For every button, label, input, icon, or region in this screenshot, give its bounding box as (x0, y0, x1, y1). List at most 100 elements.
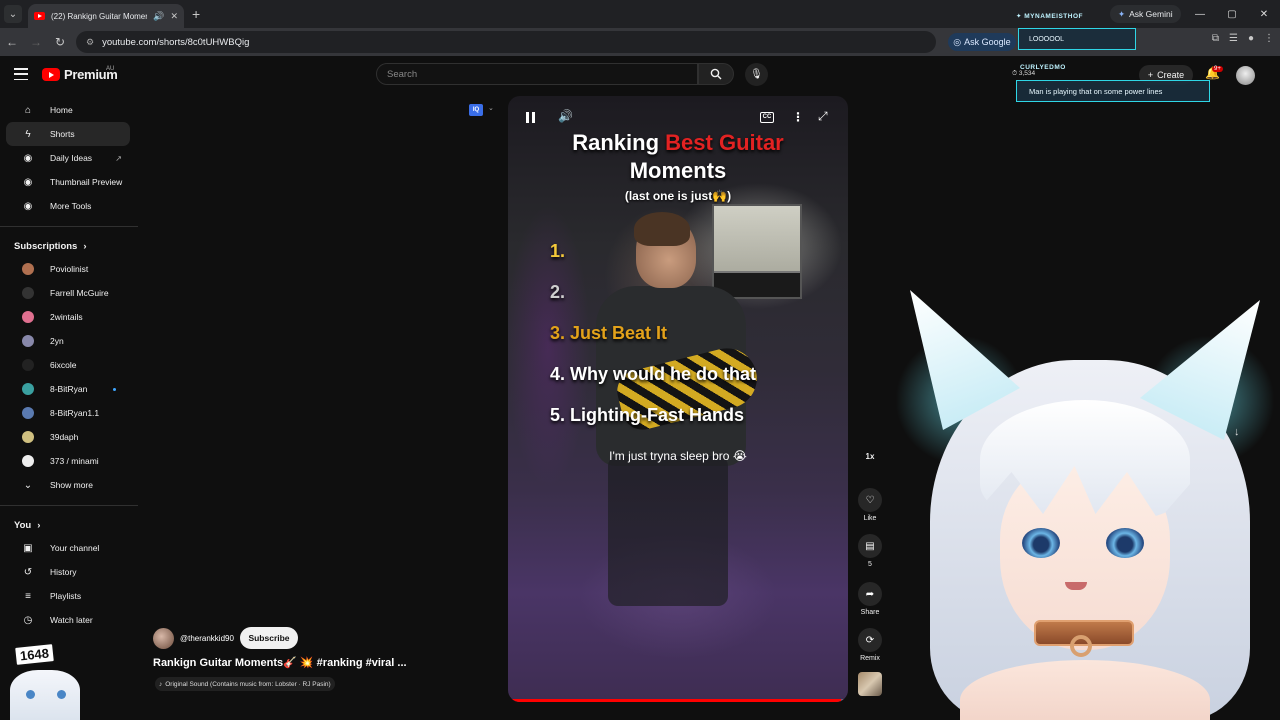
sidebar-item-playlists[interactable]: ≡ Playlists (6, 584, 130, 608)
voice-search-button[interactable]: 🎙 (745, 63, 768, 86)
new-tab-button[interactable]: + (192, 6, 200, 22)
sidebar-item-home[interactable]: ⌂ Home (6, 98, 130, 122)
ask-gemini-button[interactable]: ✦ Ask Gemini (1110, 5, 1181, 23)
comment-icon: ▤ (858, 534, 882, 558)
create-label: Create (1157, 70, 1185, 80)
media-icon[interactable]: ☰ (1229, 33, 1238, 44)
arrow-down-icon[interactable]: ↓ (1234, 426, 1240, 438)
url-bar[interactable]: ⚙ youtube.com/shorts/8c0tUHWBQig (76, 31, 936, 53)
site-info-icon[interactable]: ⚙ (86, 37, 94, 48)
browser-tab[interactable]: (22) Rankign Guitar Moments 🔊 ✕ (28, 4, 184, 28)
sidebar: ⌂ Home ϟ Shorts ◉ Daily Ideas ↗ ◉ Thumbn… (0, 98, 138, 632)
channel-handle[interactable]: @therankkid90 (180, 634, 234, 643)
sidebar-item-label: Home (50, 105, 73, 115)
search-input[interactable]: Search (376, 63, 698, 85)
show-more-button[interactable]: ⌄ Show more (6, 473, 130, 497)
lens-icon: ◎ (953, 36, 962, 47)
microphone-icon: 🎙 (750, 69, 763, 80)
sound-label: Original Sound (Contains music from: Lob… (165, 680, 331, 688)
playlists-icon: ≡ (25, 590, 31, 602)
subscription-item[interactable]: 6ixcole (6, 353, 130, 377)
more-options-icon[interactable]: ⋮ (792, 110, 804, 124)
remix-button[interactable]: ⟳ Remix (857, 628, 883, 662)
video-title[interactable]: Rankign Guitar Moments🎸 💥 #ranking #vira… (153, 656, 407, 669)
subscription-item[interactable]: 2wintails (6, 305, 130, 329)
mini-avatar-counter: 1648 (13, 641, 56, 668)
sidebar-item-watch-later[interactable]: ◷ Watch later (6, 608, 130, 632)
avatar-left-eye (1022, 528, 1060, 558)
reload-icon[interactable]: ↻ (48, 35, 72, 49)
subscription-item[interactable]: Farrell McGuire (6, 281, 130, 305)
sound-thumbnail[interactable] (858, 672, 882, 696)
subscription-item[interactable]: 8-BitRyan1.1 (6, 401, 130, 425)
hamburger-menu-icon[interactable] (14, 68, 28, 80)
tab-search-dropdown-icon[interactable]: ⌄ (4, 5, 22, 23)
sidebar-item-your-channel[interactable]: ▣ Your channel (6, 536, 130, 560)
pause-icon[interactable] (526, 112, 540, 126)
sidebar-divider (0, 505, 138, 506)
playback-speed-button[interactable]: 1x (857, 452, 883, 461)
browser-menu-icon[interactable]: ⋮ (1264, 33, 1274, 44)
shorts-video-player[interactable]: 🔊 CC ⋮ ⤢ Ranking Best Guitar Moments (la… (508, 96, 848, 702)
search-button[interactable] (698, 63, 734, 85)
subscriptions-heading-label: Subscriptions (14, 240, 78, 252)
like-label: Like (863, 515, 877, 522)
overlay-title-white: Ranking (572, 130, 660, 155)
volume-icon[interactable]: 🔊 (558, 109, 573, 123)
like-button[interactable]: ♡ Like (857, 488, 883, 522)
rank-item-3: 3. Just Beat It (550, 323, 668, 343)
vtuber-avatar (890, 290, 1280, 720)
ask-google-button[interactable]: ◎ Ask Google (948, 33, 1016, 51)
subscription-avatar (22, 287, 34, 299)
subscription-item[interactable]: 39daph (6, 425, 130, 449)
subscription-item[interactable]: Poviolinist (6, 257, 130, 281)
youtube-play-logo-icon (42, 68, 60, 81)
ai-extension-badge[interactable]: IQ (469, 104, 483, 116)
sidebar-item-label: Watch later (50, 615, 93, 625)
toolbar-right-icons: ⧉ ☰ ● ⋮ (1212, 33, 1274, 44)
mini-avatar-eyes (26, 690, 66, 700)
channel-avatar[interactable] (153, 628, 174, 649)
subscription-label: 2wintails (50, 312, 83, 322)
sound-link[interactable]: ♪ Original Sound (Contains music from: L… (155, 677, 335, 691)
sidebar-item-shorts[interactable]: ϟ Shorts (6, 122, 130, 146)
profile-icon[interactable]: ● (1248, 33, 1254, 44)
account-avatar[interactable] (1236, 66, 1255, 85)
subscription-label: Farrell McGuire (50, 288, 109, 298)
subscription-item[interactable]: 8-BitRyan (6, 377, 130, 401)
tab-audio-icon[interactable]: 🔊 (153, 11, 164, 22)
you-heading[interactable]: You › (0, 514, 138, 536)
subscription-item[interactable]: 373 / minami (6, 449, 130, 473)
fullscreen-icon[interactable]: ⤢ (818, 109, 828, 124)
home-icon: ⌂ (24, 104, 32, 116)
comments-button[interactable]: ▤ 5 (857, 534, 883, 568)
maximize-icon[interactable]: ▢ (1216, 9, 1248, 20)
search-icon (710, 68, 722, 80)
show-more-label: Show more (50, 480, 93, 490)
extensions-icon[interactable]: ⧉ (1212, 33, 1219, 44)
chevron-down-icon[interactable]: ⌄ (488, 104, 494, 112)
remix-icon: ⟳ (858, 628, 882, 652)
forward-icon[interactable]: → (24, 35, 48, 49)
subscription-item[interactable]: 2yn (6, 329, 130, 353)
share-button[interactable]: ➦ Share (857, 582, 883, 616)
browser-tab-bar: ⌄ (22) Rankign Guitar Moments 🔊 ✕ + — ▢ … (0, 0, 1280, 28)
video-progress-bar[interactable] (508, 699, 848, 702)
extension-tool-icon: ◉ (23, 176, 33, 188)
sidebar-item-history[interactable]: ↺ History (6, 560, 130, 584)
back-icon[interactable]: ← (0, 35, 24, 49)
sidebar-item-more-tools[interactable]: ◉ More Tools (6, 194, 130, 218)
sidebar-item-daily-ideas[interactable]: ◉ Daily Ideas ↗ (6, 146, 130, 170)
minimize-icon[interactable]: — (1184, 9, 1216, 20)
subscriptions-heading[interactable]: Subscriptions › (0, 235, 138, 257)
close-window-icon[interactable]: ✕ (1248, 9, 1280, 20)
avatar-right-eye (1106, 528, 1144, 558)
viewer-count: ⏱ 3,534 (1012, 70, 1036, 77)
tab-close-icon[interactable]: ✕ (170, 11, 178, 22)
search-placeholder: Search (387, 68, 418, 80)
captions-icon[interactable]: CC (760, 112, 774, 123)
sidebar-item-label: Thumbnail Preview (50, 177, 123, 187)
sidebar-item-thumbnail-preview[interactable]: ◉ Thumbnail Preview (6, 170, 130, 194)
subscribe-button[interactable]: Subscribe (240, 627, 298, 649)
video-window-shape (712, 204, 802, 299)
